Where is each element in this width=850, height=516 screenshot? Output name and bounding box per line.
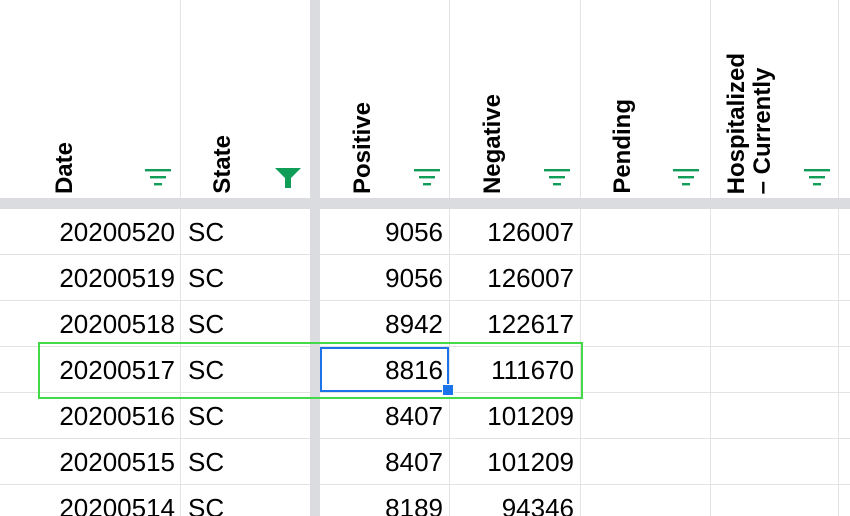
filter-icon[interactable]	[802, 166, 832, 190]
cell-negative[interactable]: 101209	[450, 439, 574, 485]
cell-state[interactable]: SC	[188, 301, 308, 347]
cell-date[interactable]: 20200514	[0, 485, 175, 516]
cell-date[interactable]: 20200519	[0, 255, 175, 301]
fill-handle[interactable]	[442, 384, 454, 396]
cell-date[interactable]: 20200520	[0, 209, 175, 255]
cell-positive[interactable]: 9056	[320, 209, 443, 255]
header-state[interactable]: State	[209, 135, 236, 194]
header-pending[interactable]: Pending	[609, 99, 636, 194]
cell-positive[interactable]: 8407	[320, 393, 443, 439]
filter-active-icon[interactable]	[273, 166, 303, 190]
cell-state[interactable]: SC	[188, 209, 308, 255]
cell-positive[interactable]: 8407	[320, 439, 443, 485]
cell-negative[interactable]: 101209	[450, 393, 574, 439]
cell-date[interactable]: 20200518	[0, 301, 175, 347]
cell-date[interactable]: 20200515	[0, 439, 175, 485]
cell-state[interactable]: SC	[188, 439, 308, 485]
header-negative[interactable]: Negative	[479, 94, 506, 194]
filter-icon[interactable]	[542, 166, 572, 190]
cell-negative[interactable]: 94346	[450, 485, 574, 516]
filter-icon[interactable]	[143, 166, 173, 190]
cell-date[interactable]: 20200516	[0, 393, 175, 439]
cell-negative[interactable]: 122617	[450, 301, 574, 347]
cell-state[interactable]: SC	[188, 485, 308, 516]
cell-state[interactable]: SC	[188, 255, 308, 301]
frozen-row-divider[interactable]	[0, 198, 850, 209]
cell-positive[interactable]: 8189	[320, 485, 443, 516]
frozen-column-divider[interactable]	[310, 0, 320, 516]
row-highlight	[38, 342, 583, 399]
cell-negative[interactable]: 126007	[450, 255, 574, 301]
header-hospitalized-currently[interactable]: Hospitalized – Currently	[723, 53, 776, 194]
cell-negative[interactable]: 126007	[450, 209, 574, 255]
spreadsheet-grid: Date State Positive Negative Pending Hos…	[0, 0, 850, 516]
cell-state[interactable]: SC	[188, 393, 308, 439]
header-date[interactable]: Date	[51, 142, 78, 194]
header-positive[interactable]: Positive	[349, 102, 376, 194]
active-cell-border	[320, 347, 449, 392]
filter-icon[interactable]	[412, 166, 442, 190]
cell-positive[interactable]: 8942	[320, 301, 443, 347]
cell-positive[interactable]: 9056	[320, 255, 443, 301]
filter-icon[interactable]	[671, 166, 701, 190]
